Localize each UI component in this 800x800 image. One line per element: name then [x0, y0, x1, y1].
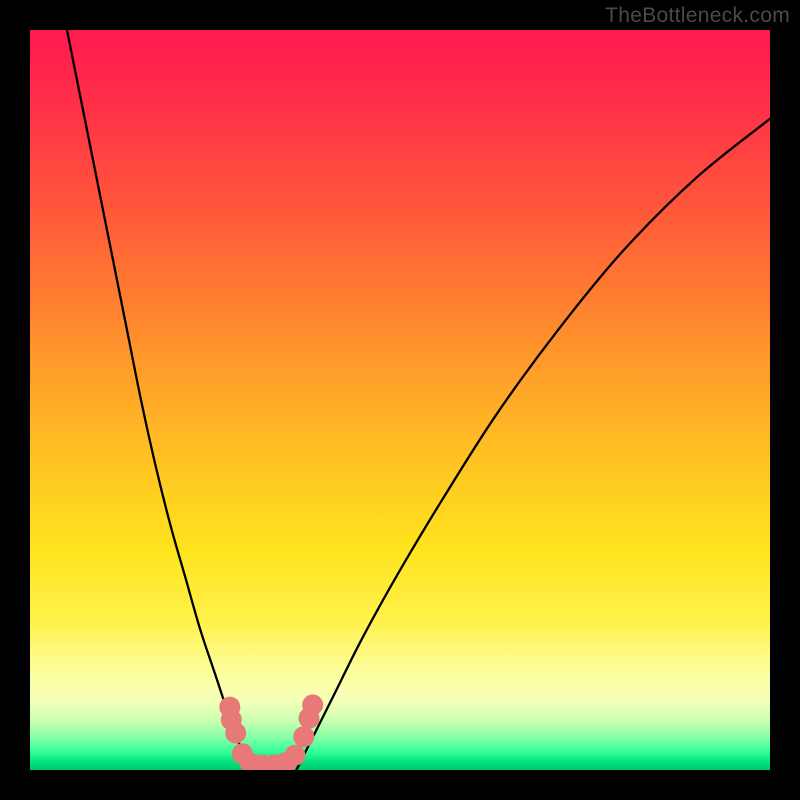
valley-marker [225, 723, 246, 744]
valley-markers [219, 694, 323, 770]
plot-area [30, 30, 770, 770]
valley-marker [284, 745, 305, 766]
curves-layer [30, 30, 770, 770]
chart-frame: TheBottleneck.com [0, 0, 800, 800]
left-curve [67, 30, 252, 770]
valley-marker [302, 694, 323, 715]
right-curve [296, 119, 770, 770]
watermark-text: TheBottleneck.com [605, 4, 790, 28]
valley-marker [293, 726, 314, 747]
